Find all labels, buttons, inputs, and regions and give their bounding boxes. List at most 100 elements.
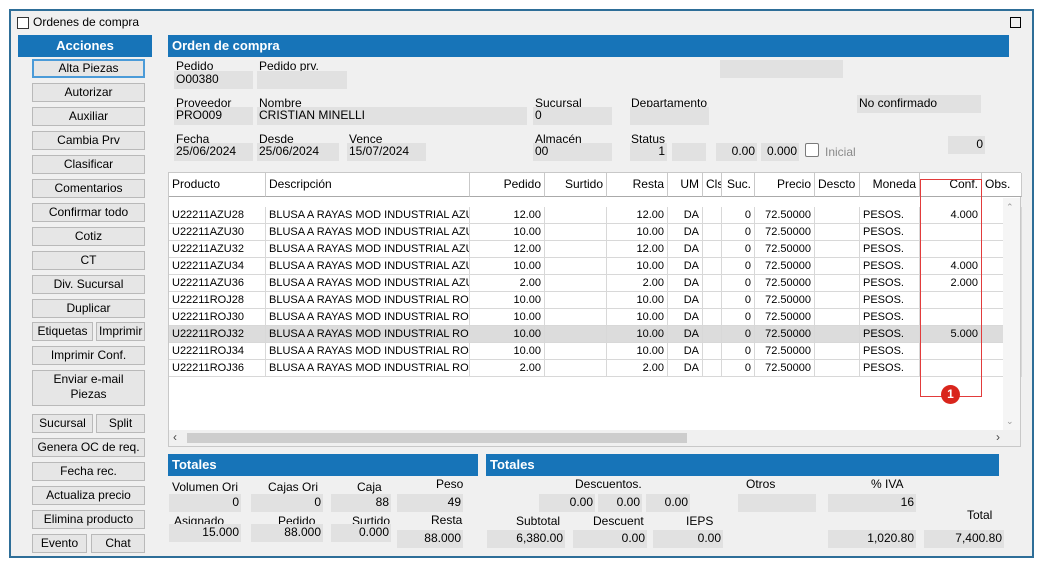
- cell-descripcion[interactable]: BLUSA A RAYAS MOD INDUSTRIAL AZU: [266, 207, 470, 224]
- cell-descto[interactable]: [815, 241, 860, 258]
- cell-descto[interactable]: [815, 207, 860, 224]
- sucursal-button[interactable]: Sucursal: [32, 414, 93, 433]
- scroll-right-icon[interactable]: ›: [996, 430, 1000, 444]
- proveedor-field[interactable]: PRO009: [174, 107, 253, 125]
- desde-field[interactable]: 25/06/2024: [257, 143, 339, 161]
- cell-um[interactable]: DA: [668, 343, 703, 360]
- cell-cls[interactable]: [703, 292, 722, 309]
- table-row[interactable]: U22211ROJ32 BLUSA A RAYAS MOD INDUSTRIAL …: [169, 326, 1022, 343]
- surtido-total-field[interactable]: 0.000: [331, 524, 391, 542]
- actualiza-precio-button[interactable]: Actualiza precio: [32, 486, 145, 505]
- confirmar-todo-button[interactable]: Confirmar todo: [32, 203, 145, 222]
- cell-cls[interactable]: [703, 258, 722, 275]
- cell-cls[interactable]: [703, 224, 722, 241]
- cajas-ori-field[interactable]: 0: [251, 494, 323, 512]
- cell-precio[interactable]: 72.50000: [755, 292, 815, 309]
- cell-resta[interactable]: 10.00: [607, 292, 668, 309]
- column-header-descto[interactable]: Descto: [815, 173, 860, 197]
- scroll-left-icon[interactable]: ‹: [173, 430, 177, 444]
- sucursal-field[interactable]: 0: [533, 107, 612, 125]
- cell-producto[interactable]: U22211AZU32: [169, 241, 266, 258]
- cell-moneda[interactable]: PESOS.: [860, 292, 920, 309]
- cell-resta[interactable]: 12.00: [607, 207, 668, 224]
- cell-precio[interactable]: 72.50000: [755, 360, 815, 377]
- cell-surtido[interactable]: [545, 360, 607, 377]
- otros-field[interactable]: [738, 494, 816, 512]
- cell-cls[interactable]: [703, 360, 722, 377]
- cell-pedido[interactable]: 2.00: [470, 275, 545, 292]
- right-value-field[interactable]: 0: [948, 136, 985, 154]
- column-header-surtido[interactable]: Surtido: [545, 173, 607, 197]
- alta-piezas-button[interactable]: Alta Piezas: [32, 59, 145, 78]
- desc2-field[interactable]: 0.00: [598, 494, 642, 512]
- status-field[interactable]: 1: [630, 143, 667, 161]
- autorizar-button[interactable]: Autorizar: [32, 83, 145, 102]
- cell-descripcion[interactable]: BLUSA A RAYAS MOD INDUSTRIAL AZU: [266, 275, 470, 292]
- cell-cls[interactable]: [703, 241, 722, 258]
- fecha-rec-button[interactable]: Fecha rec.: [32, 462, 145, 481]
- caja-field[interactable]: 88: [331, 494, 391, 512]
- table-row[interactable]: U22211AZU34 BLUSA A RAYAS MOD INDUSTRIAL …: [169, 258, 1022, 275]
- cell-um[interactable]: DA: [668, 275, 703, 292]
- cell-precio[interactable]: 72.50000: [755, 309, 815, 326]
- comentarios-button[interactable]: Comentarios: [32, 179, 145, 198]
- cell-descripcion[interactable]: BLUSA A RAYAS MOD INDUSTRIAL ROJ: [266, 343, 470, 360]
- cell-um[interactable]: DA: [668, 360, 703, 377]
- cell-descto[interactable]: [815, 326, 860, 343]
- column-header-pedido[interactable]: Pedido: [470, 173, 545, 197]
- table-row[interactable]: U22211ROJ28 BLUSA A RAYAS MOD INDUSTRIAL …: [169, 292, 1022, 309]
- cell-moneda[interactable]: PESOS.: [860, 343, 920, 360]
- cell-moneda[interactable]: PESOS.: [860, 309, 920, 326]
- evento-button[interactable]: Evento: [32, 534, 87, 553]
- cell-descto[interactable]: [815, 292, 860, 309]
- cell-resta[interactable]: 2.00: [607, 360, 668, 377]
- subtotal-field[interactable]: 6,380.00: [487, 530, 565, 548]
- cell-resta[interactable]: 10.00: [607, 309, 668, 326]
- cell-producto[interactable]: U22211AZU30: [169, 224, 266, 241]
- cell-descripcion[interactable]: BLUSA A RAYAS MOD INDUSTRIAL AZU: [266, 241, 470, 258]
- cell-descto[interactable]: [815, 258, 860, 275]
- cell-precio[interactable]: 72.50000: [755, 224, 815, 241]
- clasificar-button[interactable]: Clasificar: [32, 155, 145, 174]
- elimina-producto-button[interactable]: Elimina producto: [32, 510, 145, 529]
- cell-um[interactable]: DA: [668, 207, 703, 224]
- duplicar-button[interactable]: Duplicar: [32, 299, 145, 318]
- peso-field[interactable]: 49: [397, 494, 463, 512]
- maximize-icon[interactable]: [1010, 17, 1021, 28]
- cell-precio[interactable]: 72.50000: [755, 275, 815, 292]
- cell-precio[interactable]: 72.50000: [755, 241, 815, 258]
- cell-um[interactable]: DA: [668, 258, 703, 275]
- scroll-down-icon[interactable]: ⌄: [1006, 416, 1014, 427]
- column-header-resta[interactable]: Resta: [607, 173, 668, 197]
- cell-precio[interactable]: 72.50000: [755, 343, 815, 360]
- cell-surtido[interactable]: [545, 207, 607, 224]
- cell-resta[interactable]: 2.00: [607, 275, 668, 292]
- column-header-suc[interactable]: Suc.: [722, 173, 755, 197]
- cell-descripcion[interactable]: BLUSA A RAYAS MOD INDUSTRIAL ROJ: [266, 292, 470, 309]
- cell-suc[interactable]: 0: [722, 360, 755, 377]
- horizontal-scroll-thumb[interactable]: [187, 433, 687, 443]
- cell-pedido[interactable]: 10.00: [470, 258, 545, 275]
- cell-resta[interactable]: 10.00: [607, 343, 668, 360]
- cell-surtido[interactable]: [545, 292, 607, 309]
- cell-resta[interactable]: 10.00: [607, 258, 668, 275]
- cell-cls[interactable]: [703, 275, 722, 292]
- cell-surtido[interactable]: [545, 326, 607, 343]
- almacen-field[interactable]: 00: [533, 143, 612, 161]
- cell-moneda[interactable]: PESOS.: [860, 326, 920, 343]
- fecha-field[interactable]: 25/06/2024: [174, 143, 253, 161]
- cell-moneda[interactable]: PESOS.: [860, 207, 920, 224]
- scroll-up-icon[interactable]: ⌃: [1006, 202, 1014, 213]
- etiquetas-button[interactable]: Etiquetas: [32, 322, 93, 341]
- ieps-field[interactable]: 0.00: [653, 530, 723, 548]
- cell-producto[interactable]: U22211AZU34: [169, 258, 266, 275]
- cell-descripcion[interactable]: BLUSA A RAYAS MOD INDUSTRIAL AZU: [266, 224, 470, 241]
- imprimir-conf-button[interactable]: Imprimir Conf.: [32, 346, 145, 365]
- descuent-field[interactable]: 0.00: [573, 530, 647, 548]
- pedido-total-field[interactable]: 88.000: [251, 524, 323, 542]
- cell-descto[interactable]: [815, 360, 860, 377]
- cell-moneda[interactable]: PESOS.: [860, 275, 920, 292]
- cell-producto[interactable]: U22211ROJ28: [169, 292, 266, 309]
- table-row[interactable]: U22211ROJ36 BLUSA A RAYAS MOD INDUSTRIAL …: [169, 360, 1022, 377]
- cell-pedido[interactable]: 12.00: [470, 207, 545, 224]
